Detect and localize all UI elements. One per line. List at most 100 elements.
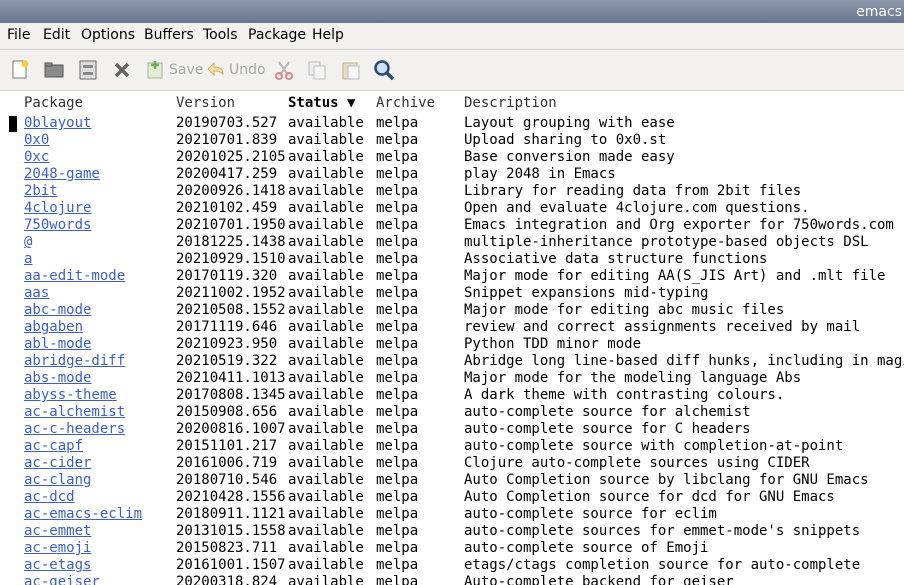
package-name-link[interactable]: abs-mode: [24, 370, 91, 387]
package-name-link[interactable]: abl-mode: [24, 336, 91, 353]
package-row[interactable]: abridge-diff 20210519.322 available melpa Ab…: [0, 353, 904, 370]
open-file-button[interactable]: [43, 58, 65, 82]
dired-button[interactable]: [77, 58, 99, 82]
cut-button[interactable]: [273, 58, 295, 82]
package-name-link[interactable]: ac-etags: [24, 557, 91, 574]
package-archive: melpa: [376, 438, 419, 454]
package-name-link[interactable]: abgaben: [24, 319, 83, 336]
package-archive: melpa: [376, 404, 419, 420]
package-row[interactable]: ac-c-headers 20200816.1007 available melpa a…: [0, 421, 904, 438]
copy-icon: [306, 59, 328, 81]
new-file-button[interactable]: [9, 58, 31, 82]
package-row[interactable]: a 20210929.1510 available melpa Associative …: [0, 251, 904, 268]
package-description: Major mode for editing abc music files: [464, 302, 785, 318]
package-name-link[interactable]: ac-emmet: [24, 523, 91, 540]
package-row[interactable]: abc-mode 20210508.1552 available melpa Major…: [0, 302, 904, 319]
package-row[interactable]: @20181225.1438 available melpa multiple-inh…: [0, 234, 904, 251]
package-name-link[interactable]: ac-geiser: [24, 574, 100, 585]
package-row[interactable]: ac-emoji 20150823.711 available melpa auto-c…: [0, 540, 904, 557]
menu-buffers[interactable]: Buffers: [144, 27, 194, 43]
search-button[interactable]: [373, 58, 395, 82]
package-row[interactable]: ac-alchemist 20150908.656 available melpa au…: [0, 404, 904, 421]
package-name-link[interactable]: ac-capf: [24, 438, 83, 455]
package-row[interactable]: 2bit 20200926.1418 available melpa Library f…: [0, 183, 904, 200]
paste-icon: [340, 59, 362, 81]
package-row[interactable]: 4clojure 20210102.459 available melpa Open a…: [0, 200, 904, 217]
package-version: 20180710.546: [176, 472, 278, 488]
package-description: Emacs integration and Org exporter for 7…: [464, 217, 894, 233]
package-row[interactable]: 750words 20210701.1950 available melpa Emacs…: [0, 217, 904, 234]
package-name-link[interactable]: 0blayout: [24, 115, 91, 132]
package-status: available: [288, 234, 364, 250]
package-name-link[interactable]: 0xc: [24, 149, 49, 166]
package-row[interactable]: 0xc 20201025.2105 available melpa Base conve…: [0, 149, 904, 166]
package-row[interactable]: abyss-theme 20170808.1345 available melpa A …: [0, 387, 904, 404]
package-row[interactable]: ac-emacs-eclim 20180911.1121 available melp…: [0, 506, 904, 523]
package-archive: melpa: [376, 472, 419, 488]
menu-options[interactable]: Options: [81, 27, 135, 43]
paste-button[interactable]: [340, 58, 362, 82]
package-name-link[interactable]: 2048-game: [24, 166, 100, 183]
column-status[interactable]: Status ▼: [288, 95, 355, 111]
menu-package[interactable]: Package: [248, 27, 306, 43]
package-name-link[interactable]: abridge-diff: [24, 353, 125, 370]
save-icon: [145, 59, 167, 81]
package-description: play 2048 in Emacs: [464, 166, 616, 182]
package-row[interactable]: ac-capf 20151101.217 available melpa auto-co…: [0, 438, 904, 455]
package-name-link[interactable]: aa-edit-mode: [24, 268, 125, 285]
package-archive: melpa: [376, 217, 419, 233]
package-description: Auto Completion source for dcd for GNU E…: [464, 489, 835, 505]
save-button[interactable]: Save: [145, 58, 203, 82]
package-row[interactable]: ac-geiser 20200318.824 available melpa Auto-…: [0, 574, 904, 585]
package-row[interactable]: 2048-game 20200417.259 available melpa play …: [0, 166, 904, 183]
column-package[interactable]: Package: [24, 95, 83, 111]
package-row[interactable]: ac-cider 20161006.719 available melpa Clojur…: [0, 455, 904, 472]
copy-button[interactable]: [306, 58, 328, 82]
package-name-link[interactable]: ac-c-headers: [24, 421, 125, 438]
package-row[interactable]: abgaben 20171119.646 available melpa review …: [0, 319, 904, 336]
package-name-link[interactable]: 0x0: [24, 132, 49, 149]
package-row[interactable]: abs-mode 20210411.1013 available melpa Major…: [0, 370, 904, 387]
package-description: Auto-complete backend for geiser: [464, 574, 734, 585]
package-name-link[interactable]: ac-emacs-eclim: [24, 506, 142, 523]
package-row[interactable]: ac-clang 20180710.546 available melpa Auto C…: [0, 472, 904, 489]
package-description: Major mode for editing AA(S_JIS Art) and…: [464, 268, 886, 284]
package-row[interactable]: aa-edit-mode 20170119.320 available melpa Ma…: [0, 268, 904, 285]
package-archive: melpa: [376, 251, 419, 267]
package-description: Major mode for the modeling language Abs: [464, 370, 802, 386]
package-archive: melpa: [376, 336, 419, 352]
package-name-link[interactable]: ac-alchemist: [24, 404, 125, 421]
package-name-link[interactable]: a: [24, 251, 32, 268]
package-row[interactable]: 0x0 20210701.839 available melpa Upload shar…: [0, 132, 904, 149]
menu-file[interactable]: File: [7, 27, 30, 43]
package-name-link[interactable]: ac-emoji: [24, 540, 91, 557]
package-name-link[interactable]: abyss-theme: [24, 387, 117, 404]
menu-tools[interactable]: Tools: [203, 27, 238, 43]
package-name-link[interactable]: ac-clang: [24, 472, 91, 489]
package-description: auto-complete source for C headers: [464, 421, 751, 437]
package-row[interactable]: ac-etags 20161001.1507 available melpa etags…: [0, 557, 904, 574]
package-name-link[interactable]: ac-dcd: [24, 489, 75, 506]
column-archive[interactable]: Archive: [376, 95, 435, 111]
package-row[interactable]: aas 20211002.1952 available melpa Snippet ex…: [0, 285, 904, 302]
package-name-link[interactable]: abc-mode: [24, 302, 91, 319]
package-row[interactable]: abl-mode 20210923.950 available melpa Python…: [0, 336, 904, 353]
new-file-icon: [9, 59, 31, 81]
package-name-link[interactable]: 750words: [24, 217, 91, 234]
menu-help[interactable]: Help: [312, 27, 344, 43]
package-name-link[interactable]: aas: [24, 285, 49, 302]
package-row[interactable]: 0blayout 20190703.527 available melpa Layout…: [0, 115, 904, 132]
menu-edit[interactable]: Edit: [43, 27, 70, 43]
package-name-link[interactable]: @: [24, 234, 32, 251]
package-row[interactable]: ac-dcd 20210428.1556 available melpa Auto Co…: [0, 489, 904, 506]
column-description[interactable]: Description: [464, 95, 557, 111]
package-row[interactable]: ac-emmet 20131015.1558 available melpa auto-…: [0, 523, 904, 540]
package-name-link[interactable]: 4clojure: [24, 200, 91, 217]
package-status: available: [288, 404, 364, 420]
close-buffer-button[interactable]: [111, 58, 133, 82]
package-name-link[interactable]: 2bit: [24, 183, 58, 200]
column-version[interactable]: Version: [176, 95, 235, 111]
undo-button[interactable]: Undo: [205, 58, 266, 82]
package-version: 20170119.320: [176, 268, 278, 284]
package-name-link[interactable]: ac-cider: [24, 455, 91, 472]
